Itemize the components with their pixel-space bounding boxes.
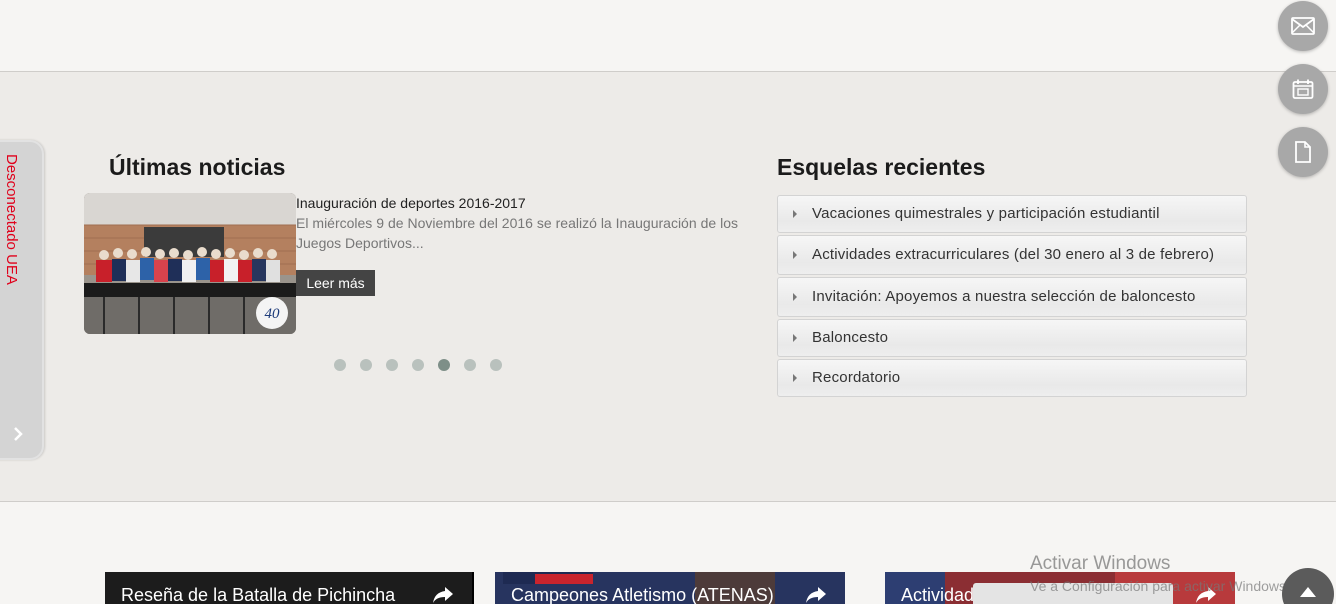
windows-activation-title: Activar Windows <box>1030 553 1171 574</box>
document-icon <box>1295 141 1311 163</box>
documents-button[interactable] <box>1278 127 1328 177</box>
notice-label: Invitación: Apoyemos a nuestra selección… <box>812 288 1196 305</box>
notice-label: Actividades extracurriculares (del 30 en… <box>812 246 1215 263</box>
share-icon[interactable] <box>432 586 454 604</box>
calendar-button[interactable] <box>1278 64 1328 114</box>
carousel-dot[interactable] <box>334 359 346 371</box>
news-item-title[interactable]: Inauguración de deportes 2016-2017 <box>296 195 526 211</box>
read-more-button[interactable]: Leer más <box>296 270 375 296</box>
envelope-icon <box>1291 17 1315 35</box>
arrow-up-icon <box>1300 587 1316 597</box>
video-title: Reseña de la Batalla de Pichincha <box>121 585 396 604</box>
contact-button[interactable] <box>1278 1 1328 51</box>
news-photo[interactable]: 40 <box>84 193 296 334</box>
calendar-icon <box>1292 79 1314 99</box>
header-band <box>0 0 1336 72</box>
caret-right-icon <box>793 374 797 382</box>
login-side-tab[interactable]: Desconectado UEA <box>0 140 44 460</box>
video-thumbnail[interactable]: Reseña de la Batalla de Pichincha <box>105 572 474 604</box>
caret-right-icon <box>793 251 797 259</box>
login-status-label: Desconectado UEA <box>3 154 20 285</box>
carousel-dot[interactable] <box>464 359 476 371</box>
caret-right-icon <box>793 334 797 342</box>
video-thumbnail[interactable]: Campeones Atletismo (ATENAS) <box>495 572 845 604</box>
carousel-dot-active[interactable] <box>438 359 450 371</box>
notice-item[interactable]: Actividades extracurriculares (del 30 en… <box>777 235 1247 275</box>
svg-text:40: 40 <box>265 306 281 322</box>
notice-label: Vacaciones quimestrales y participación … <box>812 205 1160 222</box>
notices-heading: Esquelas recientes <box>777 154 986 180</box>
carousel-dots <box>334 359 502 371</box>
group-photo-image: 40 <box>84 193 296 334</box>
carousel-dot[interactable] <box>490 359 502 371</box>
notice-item[interactable]: Baloncesto <box>777 319 1247 357</box>
news-item-excerpt: El miércoles 9 de Noviembre del 2016 se … <box>296 215 738 251</box>
caret-right-icon <box>793 210 797 218</box>
caret-right-icon <box>793 293 797 301</box>
notices-accordion: Vacaciones quimestrales y participación … <box>777 195 1247 399</box>
carousel-dot[interactable] <box>360 359 372 371</box>
news-heading: Últimas noticias <box>109 154 286 180</box>
video-title: Campeones Atletismo (ATENAS) <box>511 585 774 604</box>
share-icon[interactable] <box>805 586 827 604</box>
notice-item[interactable]: Vacaciones quimestrales y participación … <box>777 195 1247 233</box>
notice-item[interactable]: Invitación: Apoyemos a nuestra selección… <box>777 277 1247 317</box>
windows-activation-subtitle: Ve a Configuración para activar Windows. <box>1030 578 1290 594</box>
notice-label: Recordatorio <box>812 369 901 386</box>
carousel-dot[interactable] <box>386 359 398 371</box>
carousel-dot[interactable] <box>412 359 424 371</box>
chevron-right-icon[interactable] <box>12 426 26 446</box>
notice-item[interactable]: Recordatorio <box>777 359 1247 397</box>
video-title: Actividad <box>901 585 975 604</box>
notice-label: Baloncesto <box>812 329 889 346</box>
